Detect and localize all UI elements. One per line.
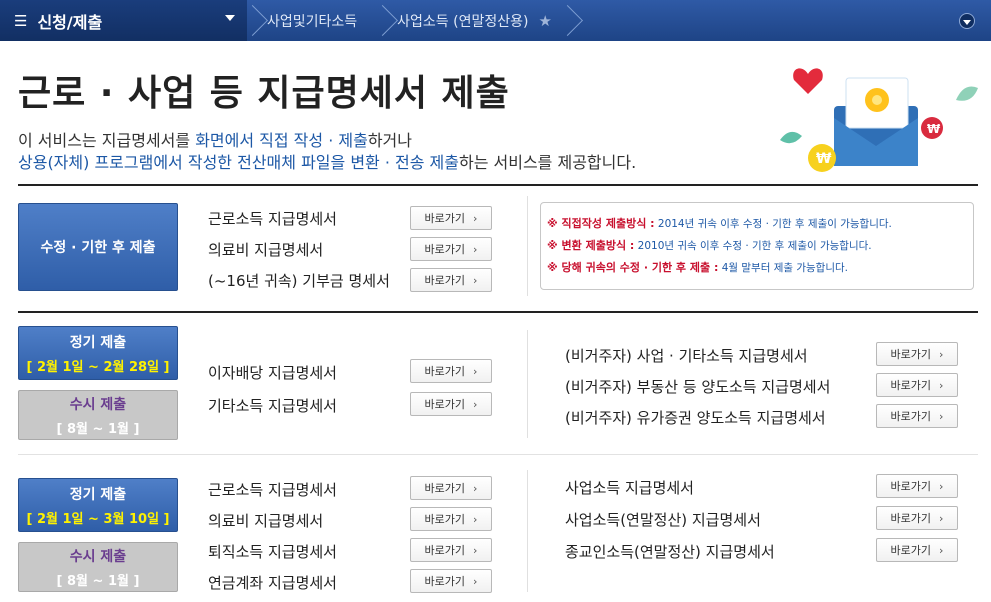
chevron-right-icon: › xyxy=(939,347,944,361)
item-label: 근로소득 지급명세서 xyxy=(208,210,337,228)
menu-dropdown[interactable]: ☰ 신청/제출 xyxy=(0,0,247,41)
chevron-right-icon: › xyxy=(473,574,478,588)
chevron-right-icon: › xyxy=(473,242,478,256)
go-button[interactable]: 바로가기 › xyxy=(410,206,492,230)
go-button[interactable]: 바로가기 › xyxy=(876,404,958,428)
chevron-right-icon: › xyxy=(473,543,478,557)
go-button[interactable]: 바로가기 › xyxy=(410,237,492,261)
item-label: 의료비 지급명세서 xyxy=(208,241,324,259)
leaf-icon xyxy=(956,86,978,101)
heart-icon xyxy=(793,68,823,94)
intro-line1-a: 이 서비스는 지급명세서를 xyxy=(18,131,196,150)
divider xyxy=(18,454,978,455)
period-text: [ 8월 ~ 1월 ] xyxy=(56,421,140,437)
adhoc-submit-box: 수시 제출 [ 8월 ~ 1월 ] xyxy=(18,390,178,440)
period-text: [ 2월 1일 ~ 3월 10일 ] xyxy=(26,511,170,527)
breadcrumb-item-2[interactable]: 사업소득 (연말정산용) xyxy=(393,11,534,31)
regular-submit-box: 정기 제출 [ 2월 1일 ~ 3월 10일 ] xyxy=(18,478,178,532)
period-text: [ 8월 ~ 1월 ] xyxy=(56,573,140,589)
item-label: 기타소득 지급명세서 xyxy=(208,397,337,415)
item-label: (비거주자) 유가증권 양도소득 지급명세서 xyxy=(565,409,826,427)
go-button[interactable]: 바로가기 › xyxy=(876,538,958,562)
divider xyxy=(18,311,978,313)
amend-late-submit-box: 수정 · 기한 후 제출 xyxy=(18,203,178,291)
menu-label: 신청/제출 xyxy=(37,12,103,32)
period-text: [ 2월 1일 ~ 2월 28일 ] xyxy=(26,359,170,375)
svg-text:₩: ₩ xyxy=(816,151,832,167)
intro-highlight-1: 화면에서 직접 작성 · 제출 xyxy=(195,131,368,150)
go-button[interactable]: 바로가기 › xyxy=(410,476,492,500)
go-button[interactable]: 바로가기 › xyxy=(410,268,492,292)
intro-text: 이 서비스는 지급명세서를 화면에서 직접 작성 · 제출하거나 상용(자체) … xyxy=(18,130,636,174)
item-label: 의료비 지급명세서 xyxy=(208,512,324,530)
go-button[interactable]: 바로가기 › xyxy=(876,474,958,498)
notice-box: ※ 직접작성 제출방식 : 2014년 귀속 이후 수정 · 기한 후 제출이 … xyxy=(540,202,974,290)
go-button[interactable]: 바로가기 › xyxy=(410,538,492,562)
top-nav: ☰ 신청/제출 사업및기타소득 사업소득 (연말정산용) ★ xyxy=(0,0,991,41)
chevron-right-icon: › xyxy=(939,409,944,423)
breadcrumb: 사업및기타소득 사업소득 (연말정산용) ★ xyxy=(247,0,578,41)
hamburger-icon: ☰ xyxy=(14,11,28,30)
chevron-right-icon: › xyxy=(473,481,478,495)
star-icon[interactable]: ★ xyxy=(538,12,551,30)
divider xyxy=(527,196,528,296)
item-label: 이자배당 지급명세서 xyxy=(208,364,337,382)
regular-submit-box: 정기 제출 [ 2월 1일 ~ 2월 28일 ] xyxy=(18,326,178,380)
item-label: 사업소득 지급명세서 xyxy=(565,479,694,497)
notice-line: ※ 직접작성 제출방식 : 2014년 귀속 이후 수정 · 기한 후 제출이 … xyxy=(547,217,892,230)
chevron-right-icon: › xyxy=(473,211,478,225)
item-label: 근로소득 지급명세서 xyxy=(208,481,337,499)
go-button[interactable]: 바로가기 › xyxy=(410,359,492,383)
notice-line: ※ 변환 제출방식 : 2010년 귀속 이후 수정 · 기한 후 제출이 가능… xyxy=(547,239,872,252)
breadcrumb-separator xyxy=(377,0,393,41)
go-button[interactable]: 바로가기 › xyxy=(410,392,492,416)
notice-line: ※ 당해 귀속의 수정 · 기한 후 제출 : 4월 말부터 제출 가능합니다. xyxy=(547,261,848,274)
chevron-down-icon xyxy=(963,19,971,25)
item-label: (비거주자) 부동산 등 양도소득 지급명세서 xyxy=(565,378,831,396)
intro-line2-b: 하는 서비스를 제공합니다. xyxy=(458,153,637,172)
intro-line1-c: 하거나 xyxy=(367,131,412,150)
chevron-right-icon: › xyxy=(939,543,944,557)
chevron-right-icon: › xyxy=(939,378,944,392)
chevron-right-icon: › xyxy=(473,397,478,411)
box-title: 수정 · 기한 후 제출 xyxy=(40,240,156,256)
leaf-icon xyxy=(780,131,802,144)
intro-highlight-2: 상용(자체) 프로그램에서 작성한 전산매체 파일을 변환 · 전송 제출 xyxy=(18,153,459,172)
go-button[interactable]: 바로가기 › xyxy=(876,506,958,530)
envelope-illustration: ₩ ₩ xyxy=(780,68,978,172)
svg-text:₩: ₩ xyxy=(927,122,941,136)
go-button[interactable]: 바로가기 › xyxy=(410,507,492,531)
adhoc-submit-box: 수시 제출 [ 8월 ~ 1월 ] xyxy=(18,542,178,592)
chevron-right-icon: › xyxy=(473,273,478,287)
breadcrumb-separator xyxy=(562,0,578,41)
nav-expand-button[interactable] xyxy=(959,13,975,29)
chevron-right-icon: › xyxy=(473,512,478,526)
item-label: (~16년 귀속) 기부금 명세서 xyxy=(208,272,390,290)
item-label: (비거주자) 사업 · 기타소득 지급명세서 xyxy=(565,347,808,365)
divider xyxy=(527,470,528,592)
item-label: 종교인소득(연말정산) 지급명세서 xyxy=(565,543,775,561)
item-label: 사업소득(연말정산) 지급명세서 xyxy=(565,511,761,529)
chevron-right-icon: › xyxy=(473,364,478,378)
page-title: 근로 · 사업 등 지급명세서 제출 xyxy=(18,73,510,114)
item-label: 퇴직소득 지급명세서 xyxy=(208,543,337,561)
divider xyxy=(527,330,528,438)
breadcrumb-item-1[interactable]: 사업및기타소득 xyxy=(263,11,377,31)
chevron-right-icon: › xyxy=(939,511,944,525)
go-button[interactable]: 바로가기 › xyxy=(410,569,492,593)
go-button[interactable]: 바로가기 › xyxy=(876,373,958,397)
go-button[interactable]: 바로가기 › xyxy=(876,342,958,366)
divider xyxy=(18,184,978,186)
caret-down-icon xyxy=(225,15,235,21)
breadcrumb-separator xyxy=(247,0,263,41)
chevron-right-icon: › xyxy=(939,479,944,493)
item-label: 연금계좌 지급명세서 xyxy=(208,574,337,592)
